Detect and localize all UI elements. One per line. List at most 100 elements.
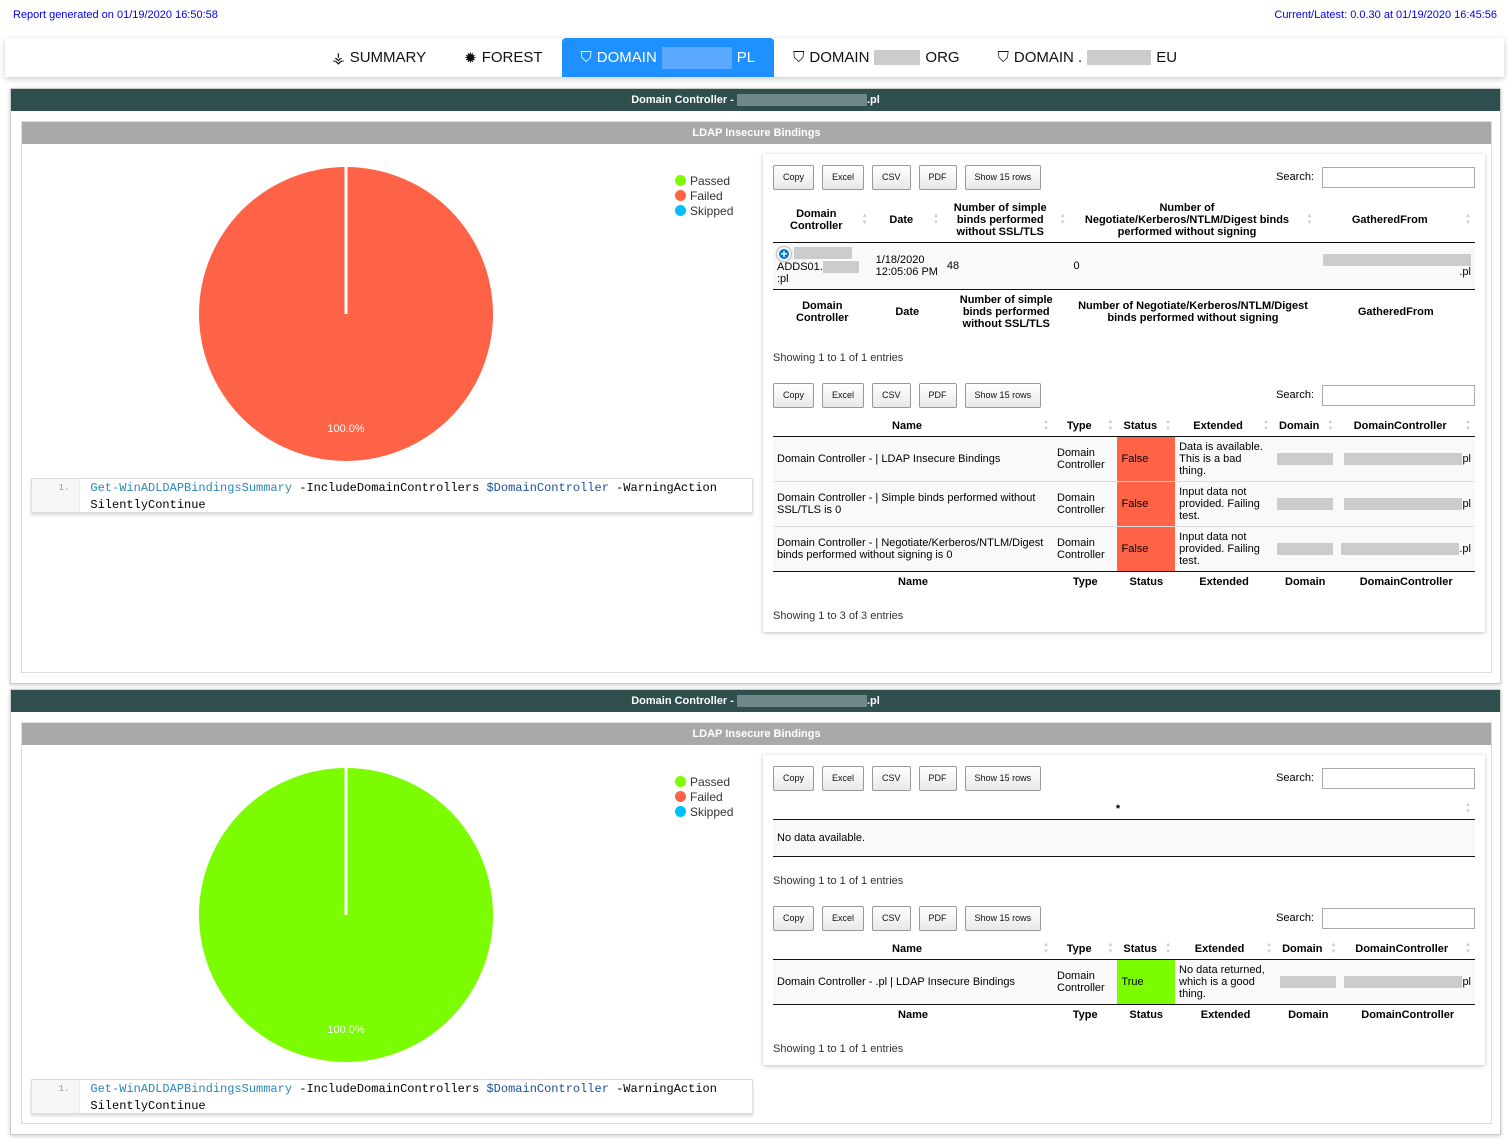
cell-domain-controller: + ADDS01.:pl xyxy=(773,243,872,290)
search-label: Search: xyxy=(1276,171,1314,183)
table-cell: Domain Controller - .pl | LDAP Insecure … xyxy=(773,960,1053,1005)
column-header[interactable]: DomainController xyxy=(1337,416,1475,437)
column-header[interactable]: Type xyxy=(1053,416,1117,437)
code-function: Get-WinADLDAPBindingsSummary xyxy=(90,481,292,495)
column-header[interactable]: Extended xyxy=(1175,416,1273,437)
test-panel: LDAP Insecure Bindings100.0%PassedFailed… xyxy=(21,121,1492,673)
show-rows-button[interactable]: Show 15 rows xyxy=(965,383,1042,408)
domain-cell xyxy=(1276,960,1340,1005)
cell-gathered-from: .pl xyxy=(1316,243,1475,290)
column-header[interactable]: Status xyxy=(1117,416,1175,437)
tab-domain-eu[interactable]: ⛉DOMAIN .EU xyxy=(979,38,1196,77)
legend-label: Passed xyxy=(690,775,730,789)
code-block: 1.Get-WinADLDAPBindingsSummary -IncludeD… xyxy=(31,1079,753,1114)
chart-legend: PassedFailedSkipped xyxy=(675,775,733,820)
column-header[interactable]: Type xyxy=(1053,939,1117,960)
header-row: NameTypeStatusExtendedDomainDomainContro… xyxy=(773,416,1475,437)
column-header[interactable]: Name xyxy=(773,939,1053,960)
footer-row: Domain ControllerDateNumber of simple bi… xyxy=(773,290,1475,335)
legend-item[interactable]: Failed xyxy=(675,189,733,204)
column-header[interactable]: Extended xyxy=(1175,939,1276,960)
copy-button[interactable]: Copy xyxy=(773,383,814,408)
column-header[interactable]: DomainController xyxy=(1340,939,1475,960)
redacted-text xyxy=(1280,976,1336,988)
redacted-text xyxy=(1341,543,1459,555)
tab-domain-org[interactable]: ⛉DOMAINORG xyxy=(774,38,978,77)
excel-button[interactable]: Excel xyxy=(822,766,864,791)
table-cell: Data is available. This is a bad thing. xyxy=(1175,437,1273,482)
copy-button[interactable]: Copy xyxy=(773,906,814,931)
column-footer: Date xyxy=(872,290,943,335)
tab-domain-pl[interactable]: ⛉DOMAINPL xyxy=(562,38,775,77)
column-footer: Name xyxy=(773,572,1053,593)
legend-item[interactable]: Passed xyxy=(675,775,733,790)
show-rows-button[interactable]: Show 15 rows xyxy=(965,766,1042,791)
copy-button[interactable]: Copy xyxy=(773,165,814,190)
pdf-button[interactable]: PDF xyxy=(919,165,957,190)
excel-button[interactable]: Excel xyxy=(822,383,864,408)
show-rows-button[interactable]: Show 15 rows xyxy=(965,165,1042,190)
column-header[interactable]: Number of simple binds performed without… xyxy=(943,198,1070,243)
column-header[interactable]: Domain xyxy=(1273,416,1337,437)
empty-message: No data available. xyxy=(773,820,1475,857)
column-header[interactable]: GatheredFrom xyxy=(1316,198,1475,243)
column-header[interactable]: Status xyxy=(1117,939,1175,960)
column-header[interactable]: * xyxy=(773,799,1475,820)
search-input[interactable] xyxy=(1322,908,1475,929)
copy-button[interactable]: Copy xyxy=(773,766,814,791)
domain-controller-cell: pl xyxy=(1337,437,1475,482)
redacted-text xyxy=(1344,498,1462,510)
cell-text: pl xyxy=(1462,453,1471,465)
search-input[interactable] xyxy=(1322,385,1475,406)
tab-summary[interactable]: ⚶SUMMARY xyxy=(313,38,445,77)
cell-text: .pl xyxy=(1459,266,1471,278)
csv-button[interactable]: CSV xyxy=(872,906,911,931)
column-header[interactable]: Number of Negotiate/Kerberos/NTLM/Digest… xyxy=(1070,198,1317,243)
pdf-button[interactable]: PDF xyxy=(919,906,957,931)
table-cell: Input data not provided. Failing test. xyxy=(1175,482,1273,527)
search-input[interactable] xyxy=(1322,167,1475,188)
version-text: Current/Latest: 0.0.30 at 01/19/2020 16:… xyxy=(1274,9,1497,21)
expand-row-icon[interactable]: + xyxy=(777,247,791,261)
pdf-button[interactable]: PDF xyxy=(919,383,957,408)
legend-item[interactable]: Skipped xyxy=(675,204,733,219)
excel-button[interactable]: Excel xyxy=(822,165,864,190)
chart-legend: PassedFailedSkipped xyxy=(675,174,733,219)
header-row: * xyxy=(773,799,1475,820)
table-row: Domain Controller - .pl | LDAP Insecure … xyxy=(773,960,1475,1005)
column-header[interactable]: Domain Controller xyxy=(773,198,872,243)
csv-button[interactable]: CSV xyxy=(872,383,911,408)
tab-label: DOMAIN xyxy=(809,49,869,66)
pdf-button[interactable]: PDF xyxy=(919,766,957,791)
section-title-suffix: .pl xyxy=(867,94,880,106)
section-title: Domain Controller - .pl xyxy=(11,690,1500,712)
header-row: Domain ControllerDateNumber of simple bi… xyxy=(773,198,1475,243)
redacted-text xyxy=(737,695,867,707)
tab-label: FOREST xyxy=(482,49,543,66)
search-input[interactable] xyxy=(1322,768,1475,789)
excel-button[interactable]: Excel xyxy=(822,906,864,931)
column-footer: Domain xyxy=(1273,572,1337,593)
table-toolbar: CopyExcelCSVPDFShow 15 rowsSearch: xyxy=(773,382,1475,408)
csv-button[interactable]: CSV xyxy=(872,766,911,791)
column-footer: Status xyxy=(1117,1005,1175,1026)
pie-data-label: 100.0% xyxy=(327,423,365,435)
table-cell: Domain Controller xyxy=(1053,437,1117,482)
redacted-text xyxy=(1277,498,1333,510)
table-row: Domain Controller - | Simple binds perfo… xyxy=(773,482,1475,527)
legend-dot-icon xyxy=(675,190,686,201)
column-header[interactable]: Name xyxy=(773,416,1053,437)
status-cell: False xyxy=(1117,437,1175,482)
legend-item[interactable]: Failed xyxy=(675,790,733,805)
redacted-text xyxy=(1277,453,1333,465)
legend-item[interactable]: Skipped xyxy=(675,805,733,820)
chart-area: 100.0%PassedFailedSkipped1.Get-WinADLDAP… xyxy=(31,755,753,1115)
tables-area: CopyExcelCSVPDFShow 15 rowsSearch:*No da… xyxy=(763,755,1485,1065)
legend-label: Failed xyxy=(690,790,723,804)
csv-button[interactable]: CSV xyxy=(872,165,911,190)
tab-forest[interactable]: ✹FOREST xyxy=(445,38,561,77)
column-header[interactable]: Domain xyxy=(1276,939,1340,960)
show-rows-button[interactable]: Show 15 rows xyxy=(965,906,1042,931)
column-header[interactable]: Date xyxy=(872,198,943,243)
legend-item[interactable]: Passed xyxy=(675,174,733,189)
